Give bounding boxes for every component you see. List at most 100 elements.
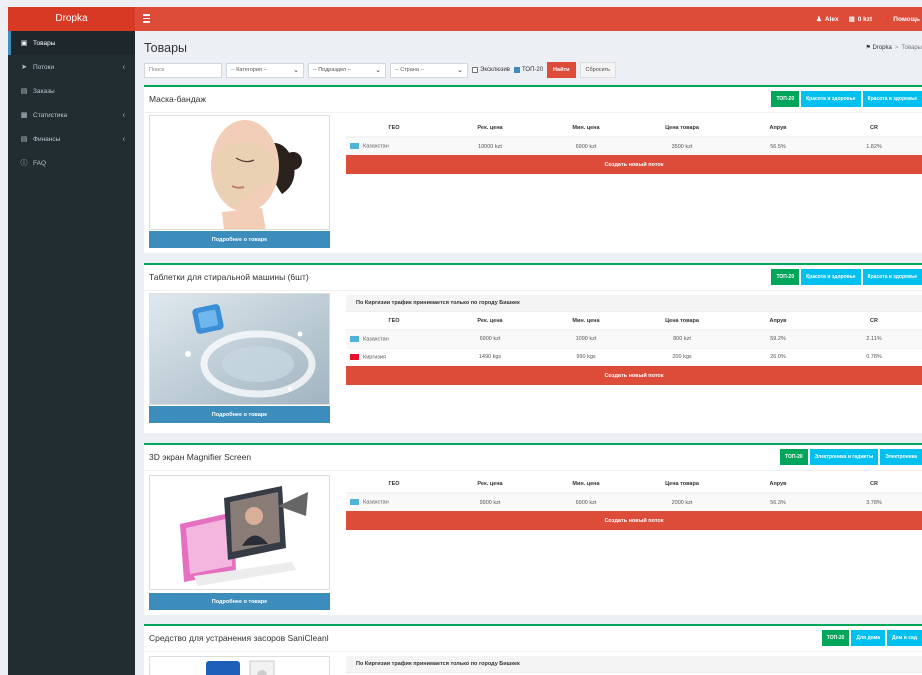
- divider: [144, 470, 922, 471]
- product-title: 3D экран Magnifier Screen: [149, 452, 252, 462]
- col-geo: ГЕО: [346, 119, 442, 138]
- category-select[interactable]: -- Категория -- ⌄: [226, 62, 304, 78]
- tag-top20[interactable]: ТОП-20: [821, 630, 850, 646]
- product-table-area: По Киргизии трафик принимается только по…: [346, 656, 922, 673]
- help-menu[interactable]: ❓ Помощь: [882, 15, 920, 24]
- bag-icon: ▣: [20, 40, 28, 47]
- sidebar-item-label: Заказы: [33, 87, 55, 95]
- table-row: Казахстан 9900 kzt 6900 kzt 2000 kzt 56.…: [346, 492, 922, 511]
- reset-button[interactable]: Сбросить: [579, 62, 616, 78]
- country-select[interactable]: -- Страна -- ⌄: [390, 62, 468, 78]
- traffic-notice: По Киргизии трафик принимается только по…: [346, 295, 922, 312]
- approve-cell: 26.0%: [730, 347, 826, 366]
- product-stats-table: ГЕО Рек. цена Мин. цена Цена товара Апру…: [346, 119, 922, 155]
- more-about-product-button[interactable]: Подробнее о товаре: [149, 593, 330, 610]
- product-card: Маска-бандаж ТОП-20 Красота и здоровье К…: [144, 85, 922, 253]
- product-card: Средство для устранения засоров SaniClea…: [144, 624, 922, 675]
- page-title: Товары: [144, 41, 187, 55]
- top-nav: ♟ Alex ▤ 0 kzt ❓ Помощь: [816, 7, 922, 31]
- flag-kyrgyzstan-icon: [350, 354, 359, 361]
- top20-checkbox[interactable]: ТОП-20: [514, 67, 543, 73]
- question-icon: ⓘ: [20, 160, 28, 167]
- breadcrumb-home[interactable]: Dropka: [873, 45, 892, 51]
- table-row: Казахстан 10000 kzt 6900 kzt 3500 kzt 56…: [346, 136, 922, 155]
- table-header-row: ГЕО Рек. цена Мин. цена Цена товара Апру…: [346, 119, 922, 138]
- col-approve: Апрув: [730, 119, 826, 138]
- col-product-price: Цена товара: [634, 312, 730, 331]
- table-row: Киргизия 1490 kgs 990 kgs 200 kgs 26.0% …: [346, 347, 922, 366]
- rec-price-cell: 10000 kzt: [442, 136, 538, 155]
- create-stream-button[interactable]: Создать новый поток: [346, 366, 922, 385]
- cr-cell: 2.11%: [826, 329, 922, 348]
- sidebar-item-label: Товары: [33, 39, 56, 47]
- sidebar-item-finance[interactable]: ▤ Финансы ‹: [8, 127, 135, 151]
- tag-subcategory[interactable]: Красота и здоровье: [862, 91, 922, 107]
- product-image[interactable]: [149, 475, 330, 590]
- product-image[interactable]: [149, 293, 330, 405]
- app-logo[interactable]: Dropka: [8, 7, 135, 31]
- filter-bar: Поиск -- Категория -- ⌄ -- Подраздел -- …: [144, 62, 616, 78]
- product-table-area: По Киргизии трафик принимается только по…: [346, 295, 922, 385]
- sidebar-toggle-icon[interactable]: [143, 12, 152, 25]
- col-rec-price: Рек. цена: [442, 475, 538, 494]
- divider: [144, 112, 922, 113]
- geo-cell: Киргизия: [346, 347, 442, 366]
- min-price-cell: 1090 kzt: [538, 329, 634, 348]
- sidebar-item-orders[interactable]: ▤ Заказы: [8, 79, 135, 103]
- create-stream-button[interactable]: Создать новый поток: [346, 511, 922, 530]
- money-icon: ▤: [848, 16, 855, 23]
- balance-menu[interactable]: ▤ 0 kzt: [848, 15, 873, 24]
- product-image[interactable]: [149, 115, 330, 230]
- tag-category[interactable]: Для дома: [851, 630, 886, 646]
- col-geo: ГЕО: [346, 312, 442, 331]
- sidebar-item-products[interactable]: ▣ Товары: [8, 31, 135, 55]
- min-price-cell: 6900 kzt: [538, 492, 634, 511]
- tag-category[interactable]: Красота и здоровье: [801, 91, 861, 107]
- create-stream-button[interactable]: Создать новый поток: [346, 155, 922, 174]
- user-icon: ♟: [816, 16, 822, 23]
- user-menu[interactable]: ♟ Alex: [816, 15, 839, 24]
- tag-category[interactable]: Красота и здоровье: [801, 269, 861, 285]
- product-tags: ТОП-20 Красота и здоровье Красота и здор…: [771, 91, 922, 107]
- tag-subcategory[interactable]: Электроника: [880, 449, 922, 465]
- sidebar-item-label: Потоки: [33, 63, 55, 71]
- tag-category[interactable]: Электроника и гаджеты: [809, 449, 879, 465]
- find-button[interactable]: Найти: [547, 62, 576, 78]
- magnifier-screen-image: [150, 476, 329, 589]
- table-header-row: ГЕО Рек. цена Мин. цена Цена товара Апру…: [346, 312, 922, 331]
- breadcrumb: ⚑ Dropka > Товары: [865, 45, 922, 51]
- col-product-price: Цена товара: [634, 475, 730, 494]
- col-cr: CR: [826, 312, 922, 331]
- washing-tablets-image: [150, 294, 329, 404]
- rec-price-cell: 1490 kgs: [442, 347, 538, 366]
- help-label: Помощь: [893, 15, 920, 23]
- divider: [144, 651, 922, 652]
- product-stats-table: ГЕО Рек. цена Мин. цена Цена товара Апру…: [346, 312, 922, 366]
- sidebar-item-streams[interactable]: ➤ Потоки ‹: [8, 55, 135, 79]
- geo-cell: Казахстан: [346, 492, 442, 511]
- tag-subcategory[interactable]: Дом и сад: [887, 630, 922, 646]
- exclusive-checkbox[interactable]: Эксклюзив: [472, 67, 510, 73]
- col-cr: CR: [826, 119, 922, 138]
- geo-name: Казахстан: [363, 143, 389, 150]
- tag-top20[interactable]: ТОП-20: [771, 91, 800, 107]
- approve-cell: 56.3%: [730, 492, 826, 511]
- sidebar-item-faq[interactable]: ⓘ FAQ: [8, 151, 135, 175]
- sidebar-item-statistics[interactable]: ▩ Статистика ‹: [8, 103, 135, 127]
- sidebar-item-label: Статистика: [33, 111, 68, 119]
- subsection-select[interactable]: -- Подраздел -- ⌄: [308, 62, 386, 78]
- search-input[interactable]: Поиск: [144, 62, 222, 78]
- product-title: Средство для устранения засоров SaniClea…: [149, 633, 329, 643]
- tag-top20[interactable]: ТОП-20: [771, 269, 800, 285]
- chevron-down-icon: ⌄: [375, 67, 381, 74]
- product-image[interactable]: [149, 656, 330, 675]
- more-about-product-button[interactable]: Подробнее о товаре: [149, 406, 330, 423]
- tag-subcategory[interactable]: Красота и здоровье: [862, 269, 922, 285]
- tag-top20[interactable]: ТОП-20: [780, 449, 808, 465]
- breadcrumb-current: Товары: [901, 45, 922, 51]
- product-price-cell: 2000 kzt: [634, 492, 730, 511]
- rec-price-cell: 9900 kzt: [442, 492, 538, 511]
- chevron-down-icon: ⌄: [293, 67, 299, 74]
- more-about-product-button[interactable]: Подробнее о товаре: [149, 231, 330, 248]
- bar-chart-icon: ▩: [20, 112, 28, 119]
